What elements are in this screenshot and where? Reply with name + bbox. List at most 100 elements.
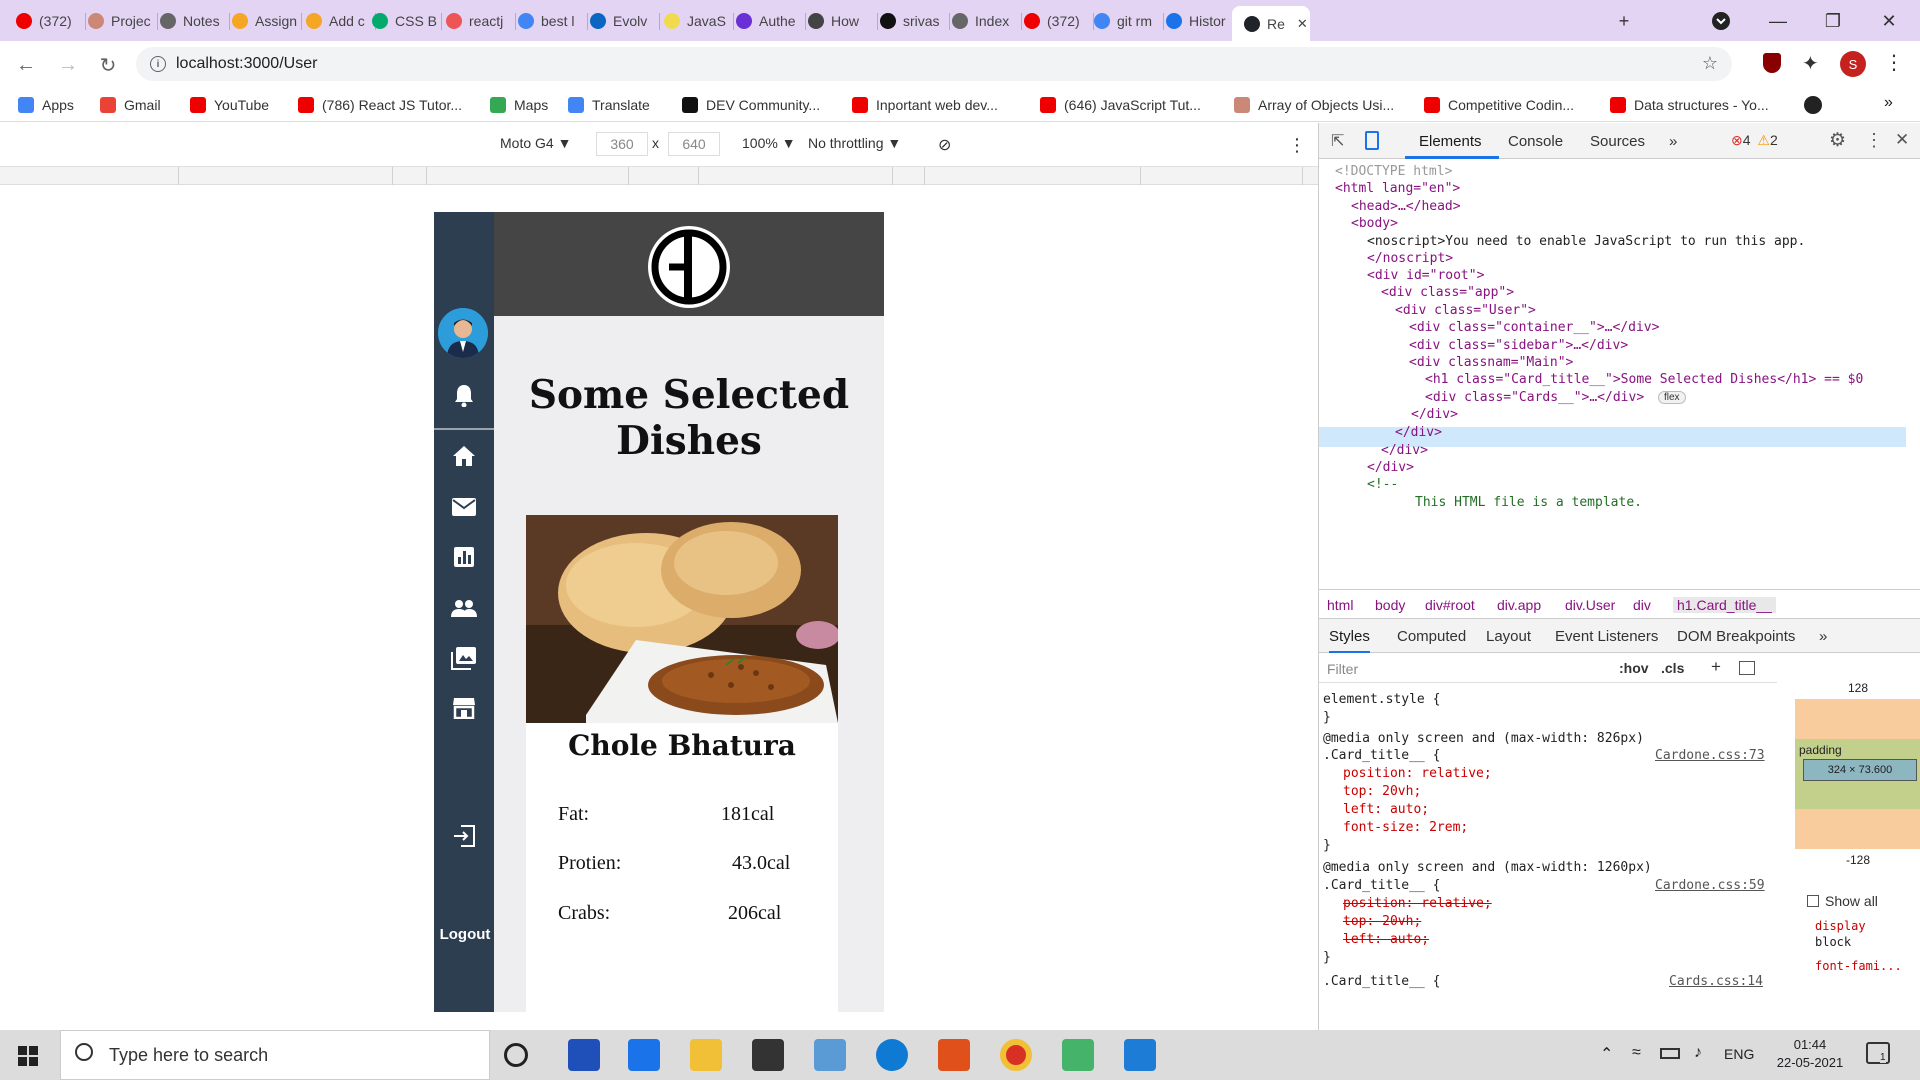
close-window-button[interactable]: ✕ [1876, 8, 1902, 34]
file-explorer-icon[interactable] [690, 1039, 722, 1071]
devtools-menu-icon[interactable]: ⋮ [1865, 130, 1883, 151]
inspect-element-icon[interactable]: ⇱ [1331, 131, 1344, 151]
chrome-icon[interactable] [1000, 1039, 1032, 1071]
dom-line[interactable]: <div class="User"> [1395, 302, 1536, 319]
new-tab-button[interactable]: + [1611, 8, 1637, 34]
bookmark-item[interactable]: DEV Community... [682, 95, 820, 115]
subtab-computed[interactable]: Computed [1397, 628, 1466, 645]
clock[interactable]: 01:44 22-05-2021 [1768, 1036, 1852, 1072]
brand-logo[interactable] [648, 226, 730, 308]
browser-tab[interactable]: How [808, 6, 878, 36]
browser-tab[interactable]: best l [518, 6, 588, 36]
browser-tab[interactable]: Index [952, 6, 1022, 36]
browser-tab[interactable]: Add c [306, 6, 376, 36]
style-source-link[interactable]: Cards.css:14 [1669, 973, 1763, 991]
bookmark-item[interactable]: Competitive Codin... [1424, 95, 1574, 115]
logout-icon[interactable] [446, 818, 482, 854]
dom-line[interactable]: <div class="app"> [1381, 284, 1514, 301]
style-prop-overridden[interactable]: top: 20vh; [1343, 913, 1421, 931]
browser-tab[interactable]: Evolv [590, 6, 660, 36]
bookmark-item[interactable]: Array of Objects Usi... [1234, 95, 1394, 115]
bookmark-item[interactable]: (646) JavaScript Tut... [1040, 95, 1201, 115]
globe-icon[interactable] [1804, 96, 1822, 114]
crumb[interactable]: div [1633, 597, 1651, 613]
reload-button[interactable]: ↻ [94, 51, 122, 79]
device-app-icon[interactable] [814, 1039, 846, 1071]
dom-line[interactable]: This HTML file is a template. [1415, 494, 1642, 511]
sidebar-toggle-icon[interactable] [1739, 661, 1755, 675]
browser-tab[interactable]: CSS B [372, 6, 442, 36]
more-tabs-button[interactable]: » [1669, 133, 1677, 150]
subtab-more[interactable]: » [1819, 628, 1827, 645]
browser-tab[interactable]: Projec [88, 6, 158, 36]
store-app-icon[interactable] [752, 1039, 784, 1071]
people-icon[interactable] [446, 590, 482, 626]
flex-badge[interactable]: flex [1658, 391, 1686, 404]
style-prop[interactable]: position: relative; [1343, 765, 1492, 783]
vscode-icon[interactable] [1124, 1039, 1156, 1071]
extensions-icon[interactable]: ✦ [1802, 51, 1819, 76]
dom-line[interactable]: <noscript>You need to enable JavaScript … [1367, 233, 1805, 250]
site-info-icon[interactable]: i [150, 56, 166, 72]
margin-top-value[interactable]: 128 [1795, 681, 1920, 695]
style-prop-overridden[interactable]: position: relative; [1343, 895, 1492, 913]
mail-app-icon[interactable] [628, 1039, 660, 1071]
dom-line[interactable]: <div class="Cards__">…</div> [1425, 389, 1644, 406]
maximize-button[interactable]: ❐ [1820, 8, 1846, 34]
back-button[interactable]: ← [12, 51, 40, 79]
crumb[interactable]: div.app [1497, 597, 1541, 613]
browser-tab[interactable]: Assign [232, 6, 302, 36]
bell-icon[interactable] [446, 377, 482, 413]
bookmark-item[interactable]: (786) React JS Tutor... [298, 95, 462, 115]
crumb[interactable]: body [1375, 597, 1405, 613]
hov-toggle[interactable]: :hov [1619, 660, 1649, 676]
dom-line[interactable]: <html lang="en"> [1335, 180, 1460, 197]
cls-toggle[interactable]: .cls [1661, 660, 1684, 676]
browser-tab[interactable]: Notes [160, 6, 230, 36]
logout-label[interactable]: Logout [436, 926, 494, 943]
dom-line[interactable]: <div class="sidebar">…</div> [1409, 337, 1628, 354]
dish-card[interactable]: Chole Bhatura Fat: 181cal Protien: 43.0c… [526, 515, 838, 1012]
device-select[interactable]: Moto G4 ▼ [500, 135, 571, 151]
bookmark-item[interactable]: Data structures - Yo... [1610, 95, 1769, 115]
bookmark-item[interactable]: Inportant web dev... [852, 95, 998, 115]
home-icon[interactable] [446, 438, 482, 474]
add-rule-icon[interactable]: + [1711, 657, 1721, 677]
style-source-link[interactable]: Cardone.css:59 [1655, 877, 1765, 895]
browser-menu-icon[interactable]: ⋮ [1884, 50, 1904, 75]
network-icon[interactable]: ≈ [1632, 1044, 1641, 1062]
content-box[interactable]: 324 × 73.600 [1803, 759, 1917, 781]
height-input[interactable]: 640 [668, 132, 720, 156]
notification-center-icon[interactable]: 1 [1866, 1042, 1890, 1064]
browser-tab[interactable]: (372) [16, 6, 86, 36]
computed-prop[interactable]: display [1815, 919, 1866, 933]
dom-line[interactable]: <body> [1351, 215, 1398, 232]
dom-line[interactable]: <!DOCTYPE html> [1335, 163, 1452, 180]
zoom-select[interactable]: 100% ▼ [742, 135, 796, 151]
user-avatar[interactable] [438, 308, 488, 358]
ublock-icon[interactable] [1763, 53, 1781, 73]
subtab-dom-breakpoints[interactable]: DOM Breakpoints [1677, 628, 1795, 645]
volume-icon[interactable]: ♪ [1694, 1044, 1702, 1062]
tab-search-button[interactable] [1708, 8, 1734, 34]
style-prop[interactable]: top: 20vh; [1343, 783, 1421, 801]
subtab-layout[interactable]: Layout [1486, 628, 1531, 645]
browser-tab[interactable]: reactj [446, 6, 516, 36]
dom-line[interactable]: </div> [1411, 406, 1458, 423]
bar-chart-icon[interactable] [446, 539, 482, 575]
cortana-icon[interactable] [504, 1043, 528, 1067]
style-prop-overridden[interactable]: left: auto; [1343, 931, 1429, 949]
browser-tab[interactable]: (372) [1024, 6, 1094, 36]
mail-icon[interactable] [446, 489, 482, 525]
forward-button[interactable]: → [54, 51, 82, 79]
bookmark-star-icon[interactable]: ☆ [1702, 53, 1718, 74]
close-tab-icon[interactable]: ✕ [1297, 16, 1308, 32]
tab-console[interactable]: Console [1508, 133, 1563, 150]
dom-line[interactable]: <div classnam="Main"> [1409, 354, 1573, 371]
dom-line[interactable]: </div> [1367, 459, 1414, 476]
bookmark-item[interactable]: Apps [18, 95, 74, 115]
rotate-icon[interactable]: ⊘ [938, 135, 951, 155]
bookmark-item[interactable]: Maps [490, 95, 548, 115]
dom-line[interactable]: <head>…</head> [1351, 198, 1461, 215]
windows-start-icon[interactable] [18, 1046, 38, 1066]
